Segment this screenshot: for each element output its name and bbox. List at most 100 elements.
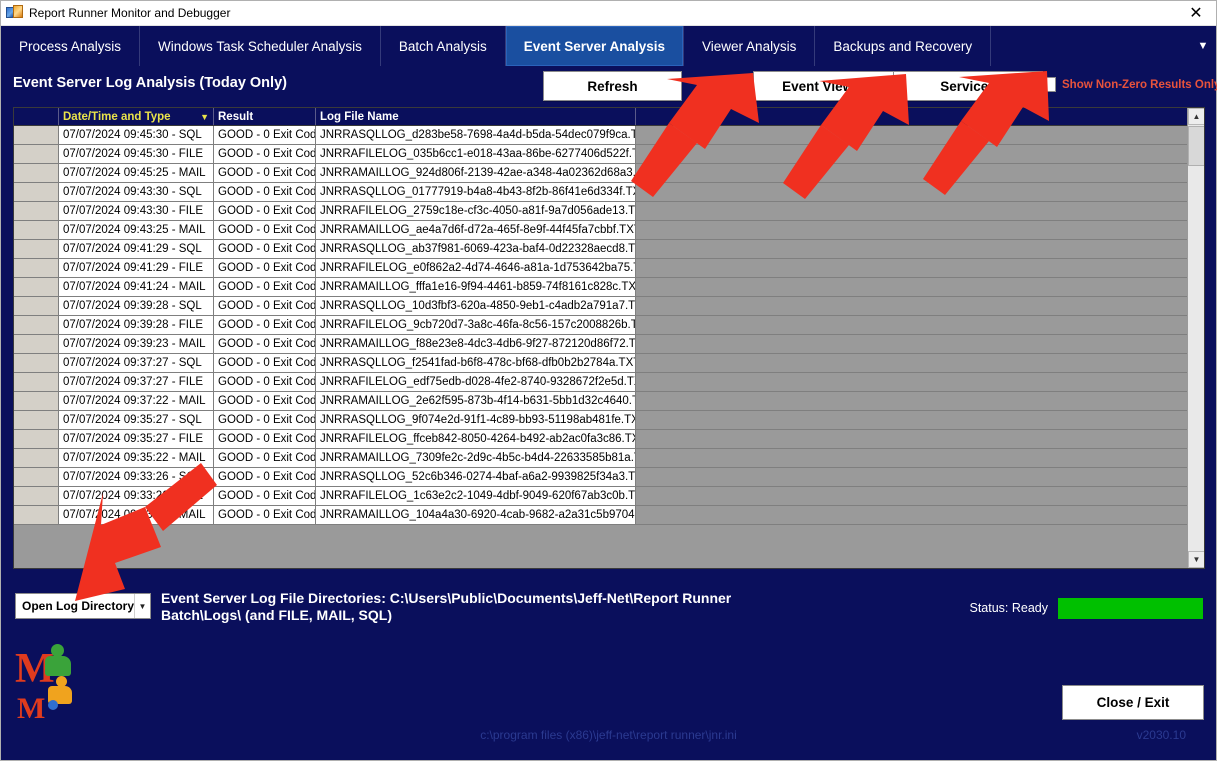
row-selector-cell[interactable] <box>14 354 59 372</box>
table-row[interactable]: 07/07/2024 09:45:25 - MAIL GOOD - 0 Exit … <box>14 164 1204 183</box>
row-selector-cell[interactable] <box>14 259 59 277</box>
cell-filler <box>636 183 1204 201</box>
tab-batch-analysis[interactable]: Batch Analysis <box>381 26 506 66</box>
row-selector-cell[interactable] <box>14 468 59 486</box>
cell-result: GOOD - 0 Exit Code <box>214 487 316 505</box>
cell-filler <box>636 487 1204 505</box>
row-selector-cell[interactable] <box>14 449 59 467</box>
grid-header-result[interactable]: Result <box>214 108 316 125</box>
services-button[interactable]: Services <box>893 71 1043 101</box>
row-selector-cell[interactable] <box>14 506 59 524</box>
event-viewer-button[interactable]: Event Viewer <box>753 71 895 101</box>
table-row[interactable]: 07/07/2024 09:39:23 - MAIL GOOD - 0 Exit … <box>14 335 1204 354</box>
cell-logfilename: JNRRAMAILLOG_924d806f-2139-42ae-a348-4a0… <box>316 164 636 182</box>
chevron-down-icon[interactable]: ▼ <box>1190 26 1216 66</box>
status-label: Status: Ready <box>969 601 1048 615</box>
row-selector-cell[interactable] <box>14 411 59 429</box>
row-selector-cell[interactable] <box>14 297 59 315</box>
cell-filler <box>636 392 1204 410</box>
row-selector-cell[interactable] <box>14 145 59 163</box>
close-exit-button[interactable]: Close / Exit <box>1062 685 1204 720</box>
grid-header-datetime[interactable]: Date/Time and Type ▼ <box>59 108 214 125</box>
cell-logfilename: JNRRASQLLOG_d283be58-7698-4a4d-b5da-54de… <box>316 126 636 144</box>
refresh-button[interactable]: Refresh <box>543 71 682 101</box>
row-selector-cell[interactable] <box>14 487 59 505</box>
grid-header-logfilename[interactable]: Log File Name <box>316 108 636 125</box>
grid-body[interactable]: 07/07/2024 09:45:30 - SQL GOOD - 0 Exit C… <box>14 126 1204 568</box>
row-selector-cell[interactable] <box>14 392 59 410</box>
cell-logfilename: JNRRAFILELOG_e0f862a2-4d74-4646-a81a-1d7… <box>316 259 636 277</box>
window-title: Report Runner Monitor and Debugger <box>29 6 231 20</box>
version-label: v2030.10 <box>1136 728 1186 742</box>
table-row[interactable]: 07/07/2024 09:37:27 - SQL GOOD - 0 Exit C… <box>14 354 1204 373</box>
log-results-grid[interactable]: Date/Time and Type ▼ Result Log File Nam… <box>13 107 1205 569</box>
row-selector-cell[interactable] <box>14 373 59 391</box>
cell-filler <box>636 202 1204 220</box>
cell-datetime: 07/07/2024 09:39:28 - FILE <box>59 316 214 334</box>
keys-icon <box>6 5 24 21</box>
tab-windows-task-scheduler-analysis[interactable]: Windows Task Scheduler Analysis <box>140 26 381 66</box>
row-selector-cell[interactable] <box>14 221 59 239</box>
tab-viewer-analysis[interactable]: Viewer Analysis <box>684 26 816 66</box>
cell-result: GOOD - 0 Exit Code <box>214 411 316 429</box>
row-selector-cell[interactable] <box>14 240 59 258</box>
cell-logfilename: JNRRAFILELOG_035b6cc1-e018-43aa-86be-627… <box>316 145 636 163</box>
chevron-up-icon[interactable]: ▲ <box>1188 108 1204 125</box>
row-selector-cell[interactable] <box>14 183 59 201</box>
window-close-button[interactable]: ✕ <box>1176 1 1216 25</box>
tab-process-analysis[interactable]: Process Analysis <box>1 26 141 66</box>
cell-logfilename: JNRRAFILELOG_1c63e2c2-1049-4dbf-9049-620… <box>316 487 636 505</box>
table-row[interactable]: 07/07/2024 09:43:25 - MAIL GOOD - 0 Exit … <box>14 221 1204 240</box>
chevron-down-icon[interactable]: ▼ <box>1188 551 1204 568</box>
checkbox-box[interactable] <box>1041 77 1056 92</box>
cell-datetime: 07/07/2024 09:45:25 - MAIL <box>59 164 214 182</box>
table-row[interactable]: 07/07/2024 09:35:22 - MAIL GOOD - 0 Exit … <box>14 449 1204 468</box>
row-selector-cell[interactable] <box>14 164 59 182</box>
cell-filler <box>636 449 1204 467</box>
grid-vertical-scrollbar[interactable]: ▲ ▼ <box>1187 108 1204 568</box>
row-selector-cell[interactable] <box>14 316 59 334</box>
table-row[interactable]: 07/07/2024 09:33:26 - FILE GOOD - 0 Exit … <box>14 487 1204 506</box>
grid-header-select[interactable] <box>14 108 59 125</box>
tab-strip: Process Analysis Windows Task Scheduler … <box>1 26 1216 66</box>
table-row[interactable]: 07/07/2024 09:43:30 - SQL GOOD - 0 Exit C… <box>14 183 1204 202</box>
table-row[interactable]: 07/07/2024 09:43:30 - FILE GOOD - 0 Exit … <box>14 202 1204 221</box>
cell-datetime: 07/07/2024 09:39:28 - SQL <box>59 297 214 315</box>
table-row[interactable]: 07/07/2024 09:37:22 - MAIL GOOD - 0 Exit … <box>14 392 1204 411</box>
cell-filler <box>636 259 1204 277</box>
tab-event-server-analysis[interactable]: Event Server Analysis <box>505 26 685 66</box>
chevron-down-icon[interactable]: ▼ <box>134 594 150 618</box>
cell-result: GOOD - 0 Exit Code <box>214 506 316 524</box>
cell-result: GOOD - 0 Exit Code <box>214 373 316 391</box>
cell-filler <box>636 354 1204 372</box>
table-row[interactable]: 07/07/2024 09:33:21 - MAIL GOOD - 0 Exit … <box>14 506 1204 525</box>
cell-logfilename: JNRRAFILELOG_9cb720d7-3a8c-46fa-8c56-157… <box>316 316 636 334</box>
cell-logfilename: JNRRAFILELOG_2759c18e-cf3c-4050-a81f-9a7… <box>316 202 636 220</box>
table-row[interactable]: 07/07/2024 09:41:24 - MAIL GOOD - 0 Exit … <box>14 278 1204 297</box>
cell-datetime: 07/07/2024 09:35:22 - MAIL <box>59 449 214 467</box>
table-row[interactable]: 07/07/2024 09:39:28 - FILE GOOD - 0 Exit … <box>14 316 1204 335</box>
table-row[interactable]: 07/07/2024 09:41:29 - FILE GOOD - 0 Exit … <box>14 259 1204 278</box>
cell-filler <box>636 278 1204 296</box>
show-non-zero-results-checkbox[interactable]: Show Non-Zero Results Only <box>1041 77 1217 92</box>
table-row[interactable]: 07/07/2024 09:39:28 - SQL GOOD - 0 Exit C… <box>14 297 1204 316</box>
table-row[interactable]: 07/07/2024 09:45:30 - FILE GOOD - 0 Exit … <box>14 145 1204 164</box>
row-selector-cell[interactable] <box>14 126 59 144</box>
table-row[interactable]: 07/07/2024 09:45:30 - SQL GOOD - 0 Exit C… <box>14 126 1204 145</box>
table-row[interactable]: 07/07/2024 09:35:27 - SQL GOOD - 0 Exit C… <box>14 411 1204 430</box>
cell-datetime: 07/07/2024 09:41:29 - SQL <box>59 240 214 258</box>
row-selector-cell[interactable] <box>14 278 59 296</box>
open-log-directory-label: Open Log Directory <box>22 599 135 613</box>
row-selector-cell[interactable] <box>14 335 59 353</box>
table-row[interactable]: 07/07/2024 09:41:29 - SQL GOOD - 0 Exit C… <box>14 240 1204 259</box>
table-row[interactable]: 07/07/2024 09:35:27 - FILE GOOD - 0 Exit … <box>14 430 1204 449</box>
open-log-directory-dropdown[interactable]: Open Log Directory ▼ <box>15 593 151 619</box>
tab-backups-and-recovery[interactable]: Backups and Recovery <box>815 26 992 66</box>
table-row[interactable]: 07/07/2024 09:37:27 - FILE GOOD - 0 Exit … <box>14 373 1204 392</box>
row-selector-cell[interactable] <box>14 430 59 448</box>
scrollbar-thumb[interactable] <box>1188 126 1204 166</box>
cell-result: GOOD - 0 Exit Code <box>214 126 316 144</box>
table-row[interactable]: 07/07/2024 09:33:26 - SQL GOOD - 0 Exit C… <box>14 468 1204 487</box>
row-selector-cell[interactable] <box>14 202 59 220</box>
cell-datetime: 07/07/2024 09:43:30 - FILE <box>59 202 214 220</box>
